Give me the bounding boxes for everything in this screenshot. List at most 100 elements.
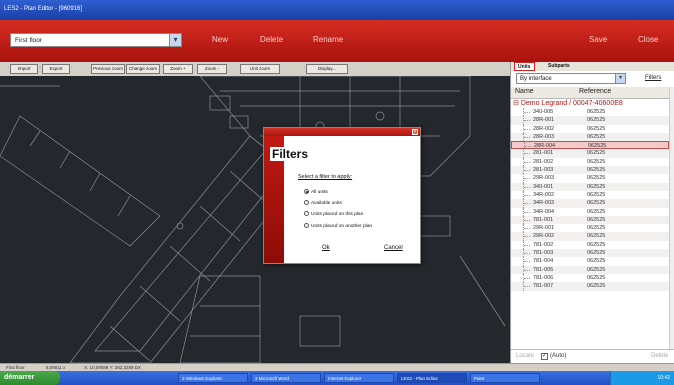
tree-connector xyxy=(523,108,530,117)
tree-connector xyxy=(523,265,530,274)
table-row[interactable]: 34R-004 062525 xyxy=(511,207,669,216)
unit-reference: 062525 xyxy=(587,266,606,273)
filter-option[interactable]: All units xyxy=(304,189,328,195)
table-row[interactable]: 781-004 062525 xyxy=(511,257,669,266)
display-button[interactable]: Display... xyxy=(306,64,348,74)
table-row[interactable]: 781-001 062525 xyxy=(511,215,669,225)
column-header-name[interactable]: Name xyxy=(515,88,534,95)
table-row[interactable]: 29R-002 062525 xyxy=(511,232,669,241)
taskbar-item[interactable]: Internet Explorer xyxy=(324,373,394,383)
tab-subparts[interactable]: Subparts xyxy=(545,62,573,71)
auto-checkbox[interactable]: ✓ xyxy=(541,353,548,360)
unit-reference: 062525 xyxy=(587,208,606,215)
status-plan: First floor xyxy=(6,365,25,370)
unit-name: 34R-003 xyxy=(533,200,555,207)
table-row[interactable]: 28R-004 062525 xyxy=(511,141,669,151)
close-icon[interactable]: × xyxy=(412,129,418,135)
unit-name: 28R-003 xyxy=(533,133,555,140)
tree-connector xyxy=(523,199,530,208)
cancel-button[interactable]: Cancel xyxy=(384,245,403,251)
table-row[interactable]: 34R-002 062525 xyxy=(511,190,669,200)
unit-name: 781-003 xyxy=(533,250,554,257)
close-button[interactable]: Close xyxy=(638,35,658,44)
units-table-header: Name Reference xyxy=(511,87,669,99)
table-row[interactable]: 340-005 062525 xyxy=(511,108,669,117)
filter-select[interactable]: By interface ▾ xyxy=(516,73,626,84)
taskbar-item[interactable]: 3 Windows Explorer xyxy=(178,373,248,383)
zoom-out-button[interactable]: Zoom - xyxy=(197,64,227,74)
ok-button[interactable]: Ok xyxy=(322,245,330,251)
unit-reference: 062525 xyxy=(587,158,606,165)
change-zoom-button[interactable]: Change zoom xyxy=(126,64,160,74)
column-header-reference[interactable]: Reference xyxy=(579,88,611,95)
import-button[interactable]: Import xyxy=(10,64,38,74)
radio-button[interactable] xyxy=(304,200,309,205)
radio-button[interactable] xyxy=(304,211,309,216)
table-row[interactable]: 29R-001 062525 xyxy=(511,224,669,233)
table-row[interactable]: 29R-003 062525 xyxy=(511,174,669,183)
zoom-in-button[interactable]: Zoom + xyxy=(163,64,193,74)
plan-canvas[interactable] xyxy=(0,76,510,363)
unit-name: 340-005 xyxy=(533,109,554,115)
tree-connector xyxy=(523,257,530,266)
table-row[interactable]: 781-002 062525 xyxy=(511,240,669,250)
plan-select[interactable]: First floor ▾ xyxy=(10,33,182,47)
filters-link[interactable]: Filters xyxy=(645,75,661,81)
table-row[interactable]: 28R-001 062525 xyxy=(511,116,669,125)
table-row[interactable]: 28R-003 062525 xyxy=(511,132,669,142)
table-row[interactable]: 340-001 062525 xyxy=(511,182,669,191)
vertical-scrollbar[interactable] xyxy=(669,87,674,349)
filter-row: By interface ▾ Filters xyxy=(511,71,674,85)
tree-connector xyxy=(523,207,530,216)
unit-reference: 062525 xyxy=(587,191,606,198)
dialog-prompt: Select a filter to apply: xyxy=(298,174,353,180)
table-row[interactable]: 34R-003 062525 xyxy=(511,199,669,208)
chevron-down-icon[interactable]: ▾ xyxy=(169,34,181,46)
unit-name: 29R-001 xyxy=(533,225,555,232)
rename-button[interactable]: Rename xyxy=(313,35,343,44)
table-row[interactable]: 281-001 062525 xyxy=(511,149,669,158)
tree-connector xyxy=(523,190,530,200)
start-button[interactable]: démarrer xyxy=(0,371,60,385)
table-row[interactable]: 281-003 062525 xyxy=(511,166,669,175)
locate-button[interactable]: Locate xyxy=(516,353,534,359)
previous-zoom-button[interactable]: Previous zoom xyxy=(91,64,125,74)
taskbar-item-active[interactable]: LES2 - Plan Editor xyxy=(397,373,467,383)
taskbar-item[interactable]: 3 Microsoft Word xyxy=(251,373,321,383)
clock: 10:42 xyxy=(657,375,670,381)
filters-dialog: × Filters Select a filter to apply: All … xyxy=(263,127,421,264)
table-row[interactable]: 781-006 062525 xyxy=(511,273,669,283)
tree-connector xyxy=(523,282,530,291)
unit-reference: 062525 xyxy=(587,241,606,248)
filter-option[interactable]: Units placed on another plan xyxy=(304,223,372,229)
floor-plan-drawing xyxy=(0,76,506,363)
tree-connector xyxy=(523,182,530,191)
filter-option-label: Units placed on another plan xyxy=(311,223,373,229)
unit-name: 781-007 xyxy=(533,283,554,290)
unit-name: 281-001 xyxy=(533,150,554,157)
radio-button[interactable] xyxy=(304,189,309,194)
chevron-down-icon[interactable]: ▾ xyxy=(615,74,625,83)
unit-name: 28R-004 xyxy=(534,143,556,150)
new-button[interactable]: New xyxy=(212,35,228,44)
filter-option[interactable]: Units placed on this plan xyxy=(304,211,363,217)
table-row[interactable]: 28R-002 062525 xyxy=(511,124,669,133)
group-label: Demo Legrand / 00047-40600E8 xyxy=(520,100,623,107)
delete-button[interactable]: Delete xyxy=(260,35,283,44)
table-row[interactable]: 781-007 062525 xyxy=(511,282,669,291)
table-row[interactable]: 781-005 062525 xyxy=(511,265,669,274)
tree-group-node[interactable]: ⊟ Demo Legrand / 00047-40600E8 xyxy=(513,99,623,107)
taskbar-item[interactable]: Paint xyxy=(470,373,540,383)
filter-option[interactable]: Available units xyxy=(304,200,342,206)
export-button[interactable]: Export xyxy=(42,64,70,74)
tab-units[interactable]: Units xyxy=(514,62,535,71)
radio-button[interactable] xyxy=(304,223,309,228)
delete-unit-button[interactable]: Delete xyxy=(651,353,668,359)
table-row[interactable]: 281-002 062525 xyxy=(511,157,669,167)
unit-zoom-button[interactable]: Unit zoom xyxy=(240,64,280,74)
plan-select-value: First floor xyxy=(15,37,43,44)
dialog-title-bar: × xyxy=(264,128,420,136)
table-row[interactable]: 781-003 062525 xyxy=(511,249,669,258)
save-button[interactable]: Save xyxy=(589,35,607,44)
unit-name: 29R-003 xyxy=(533,175,555,182)
